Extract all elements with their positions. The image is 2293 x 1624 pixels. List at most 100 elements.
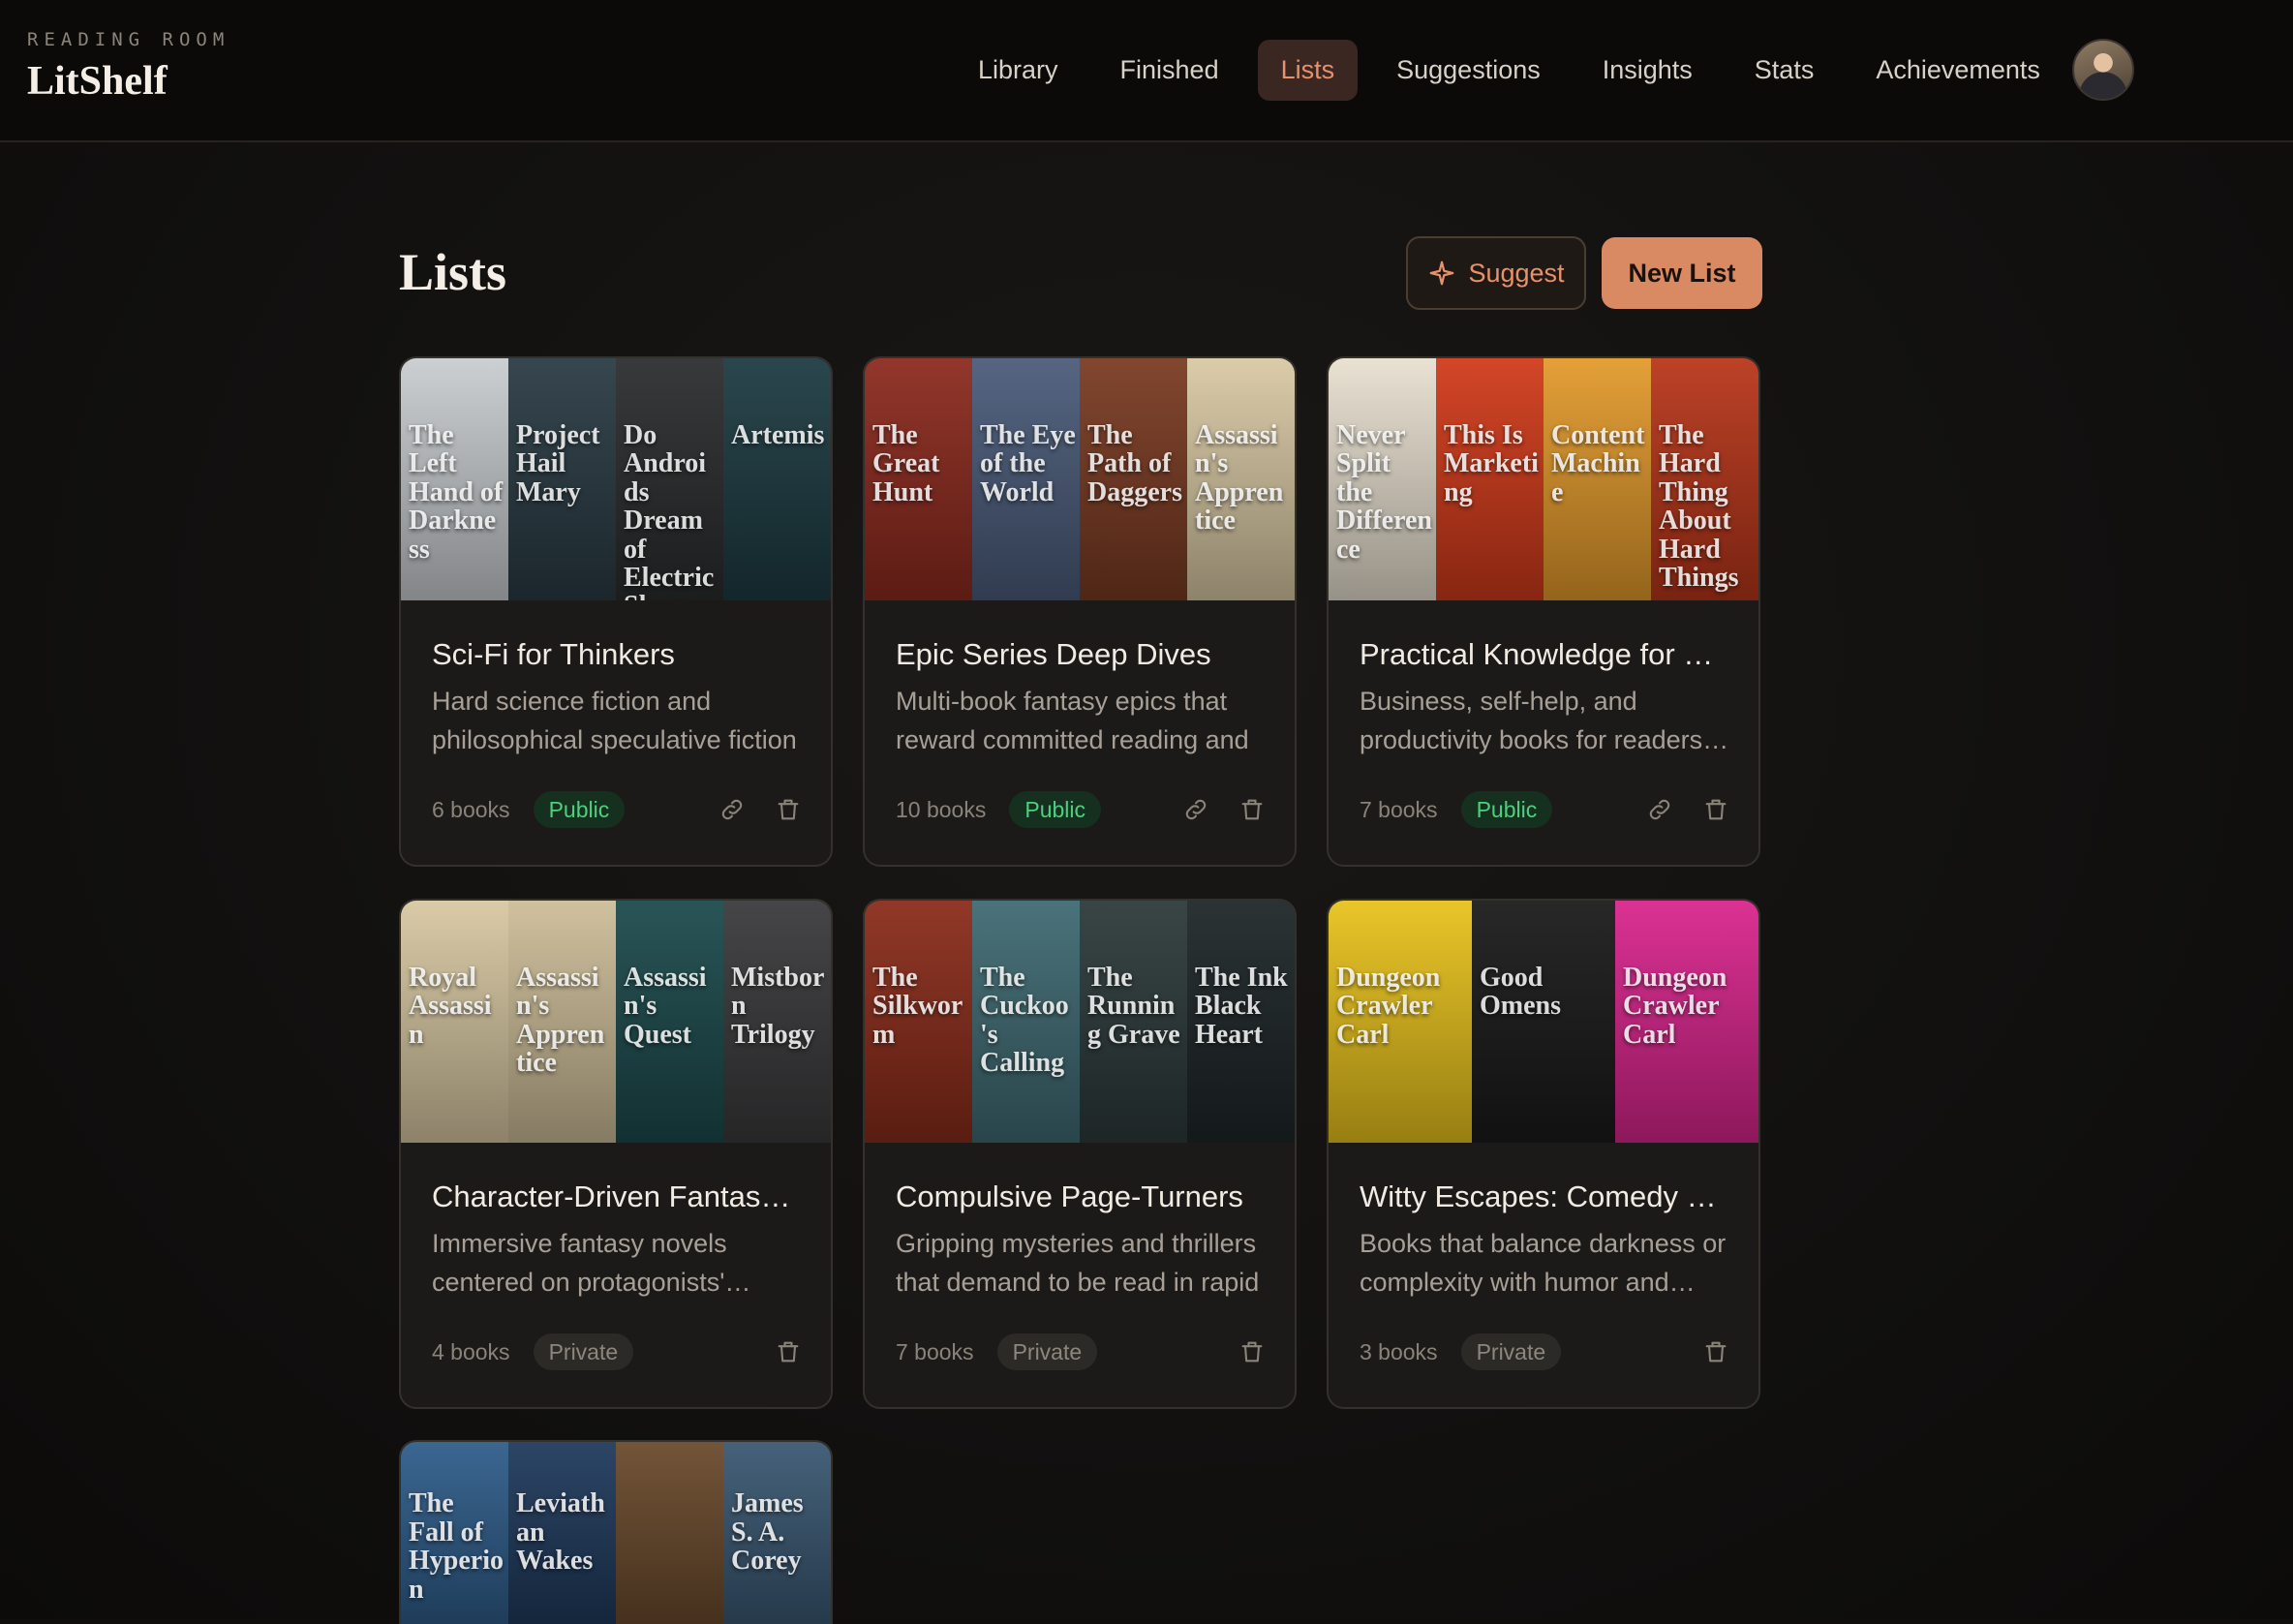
visibility-badge: Public (533, 791, 626, 828)
list-card[interactable]: The Left Hand of Darkness Project Hail Ma… (399, 356, 833, 867)
suggest-label: Suggest (1468, 258, 1565, 288)
book-count: 3 books (1360, 1338, 1438, 1364)
cover-title: Royal Assassin (409, 963, 492, 1050)
nav-item-library[interactable]: Library (955, 40, 1082, 101)
book-cover: Content Machine (1544, 358, 1651, 600)
card-actions (1238, 1338, 1266, 1365)
list-card[interactable]: Never Split the Difference This Is Market… (1327, 356, 1760, 867)
card-footer: 10 books Public (896, 790, 1266, 829)
book-cover: Dungeon Crawler Carl (1615, 901, 1758, 1143)
visibility-badge: Public (1460, 791, 1553, 828)
list-description: Immersive fantasy novels centered on pro… (432, 1229, 727, 1297)
list-title: Witty Escapes: Comedy & Adventure (1360, 1180, 1729, 1213)
link-icon[interactable] (718, 796, 746, 823)
cover-title: Leviathan Wakes (516, 1488, 605, 1577)
book-cover: Assassin's Quest (616, 901, 723, 1143)
visibility-badge: Private (533, 1333, 634, 1370)
main-nav: Library Finished Lists Suggestions Insig… (955, 40, 2079, 101)
list-card[interactable]: The Fall of Hyperion Leviathan Wakes James… (399, 1440, 833, 1624)
list-description: Books that balance darkness or complexit… (1360, 1229, 1727, 1297)
cover-title: Dungeon Crawler Carl (1336, 963, 1441, 1050)
list-card[interactable]: The Great Hunt The Eye of the World The Pa… (863, 356, 1297, 867)
card-footer: 4 books Private (432, 1333, 802, 1371)
list-description: Gripping mysteries and thrillers that de… (896, 1229, 1260, 1297)
list-card[interactable]: Dungeon Crawler Carl Good Omens Dungeon Cr… (1327, 899, 1760, 1409)
cover-title: Artemis (731, 420, 825, 450)
card-footer: 3 books Private (1360, 1333, 1729, 1371)
brand-title: LitShelf (27, 59, 168, 104)
cover-strip: The Silkworm The Cuckoo's Calling The Runn… (865, 901, 1295, 1143)
brand-kicker: READING ROOM (27, 29, 230, 50)
book-cover: Assassin's Apprentice (1187, 358, 1295, 600)
sparkle-icon (1430, 260, 1454, 286)
cover-title: James S. A. Corey (731, 1488, 804, 1577)
book-cover: The Running Grave (1080, 901, 1187, 1143)
trash-icon[interactable] (1702, 796, 1729, 823)
card-actions (718, 796, 802, 823)
cover-title: Project Hail Mary (516, 420, 600, 507)
book-cover: Royal Assassin (401, 901, 508, 1143)
book-cover: The Cuckoo's Calling (972, 901, 1080, 1143)
trash-icon[interactable] (775, 796, 802, 823)
link-icon[interactable] (1182, 796, 1209, 823)
cover-title: The Ink Black Heart (1195, 963, 1288, 1050)
cover-strip: The Left Hand of Darkness Project Hail Ma… (401, 358, 831, 600)
nav-item-finished[interactable]: Finished (1097, 40, 1242, 101)
card-footer: 7 books Private (896, 1333, 1266, 1371)
card-actions (1702, 1338, 1729, 1365)
book-cover (616, 1442, 723, 1624)
link-icon[interactable] (1646, 796, 1673, 823)
book-cover: Never Split the Difference (1329, 358, 1436, 600)
list-card[interactable]: Royal Assassin Assassin's Apprentice Assas… (399, 899, 833, 1409)
cover-title: The Left Hand of Darkness (409, 420, 504, 565)
nav-item-stats[interactable]: Stats (1731, 40, 1838, 101)
book-cover: The Great Hunt (865, 358, 972, 600)
list-title: Compulsive Page-Turners (896, 1180, 1243, 1213)
book-count: 6 books (432, 796, 510, 822)
cover-strip: Never Split the Difference This Is Market… (1329, 358, 1758, 600)
list-title: Practical Knowledge for Builders (1360, 637, 1729, 671)
book-cover: Artemis (723, 358, 831, 600)
cover-title: Never Split the Difference (1336, 420, 1432, 565)
card-footer: 6 books Public (432, 790, 802, 829)
suggest-button[interactable]: Suggest (1406, 236, 1586, 310)
cover-title: The Eye of the World (980, 420, 1076, 507)
cover-title: Assassin's Apprentice (1195, 420, 1284, 536)
book-cover: Project Hail Mary (508, 358, 616, 600)
book-cover: Assassin's Apprentice (508, 901, 616, 1143)
list-title: Character-Driven Fantasy Favorites (432, 1180, 802, 1213)
cover-title: Mistborn Trilogy (731, 963, 825, 1050)
book-cover: The Fall of Hyperion (401, 1442, 508, 1624)
trash-icon[interactable] (1702, 1338, 1729, 1365)
book-cover: This Is Marketing (1436, 358, 1544, 600)
cover-title: The Fall of Hyperion (409, 1488, 504, 1605)
nav-item-achievements[interactable]: Achievements (1852, 40, 2064, 101)
trash-icon[interactable] (775, 1338, 802, 1365)
user-avatar[interactable] (2072, 39, 2134, 101)
book-cover: Dungeon Crawler Carl (1329, 901, 1472, 1143)
cover-title: The Running Grave (1087, 963, 1180, 1050)
top-bar: READING ROOM LitShelf Library Finished L… (0, 0, 2293, 142)
cover-title: Assassin's Apprentice (516, 963, 605, 1079)
book-count: 7 books (1360, 796, 1438, 822)
trash-icon[interactable] (1238, 1338, 1266, 1365)
new-list-button[interactable]: New List (1602, 237, 1762, 309)
card-actions (1646, 796, 1729, 823)
nav-item-insights[interactable]: Insights (1579, 40, 1716, 101)
book-cover: The Ink Black Heart (1187, 901, 1295, 1143)
cover-title: The Great Hunt (872, 420, 940, 507)
visibility-badge: Private (996, 1333, 1098, 1370)
nav-item-lists[interactable]: Lists (1257, 40, 1359, 101)
cover-title: The Hard Thing About Hard Things (1659, 420, 1739, 593)
book-count: 4 books (432, 1338, 510, 1364)
book-count: 7 books (896, 1338, 974, 1364)
book-count: 10 books (896, 796, 987, 822)
brand[interactable]: READING ROOM LitShelf (27, 29, 229, 105)
list-card[interactable]: The Silkworm The Cuckoo's Calling The Runn… (863, 899, 1297, 1409)
trash-icon[interactable] (1238, 796, 1266, 823)
card-actions (1182, 796, 1266, 823)
book-cover: Do Androids Dream of Electric Sheep (616, 358, 723, 600)
cover-strip: The Great Hunt The Eye of the World The Pa… (865, 358, 1295, 600)
visibility-badge: Public (1009, 791, 1102, 828)
nav-item-suggestions[interactable]: Suggestions (1373, 40, 1564, 101)
